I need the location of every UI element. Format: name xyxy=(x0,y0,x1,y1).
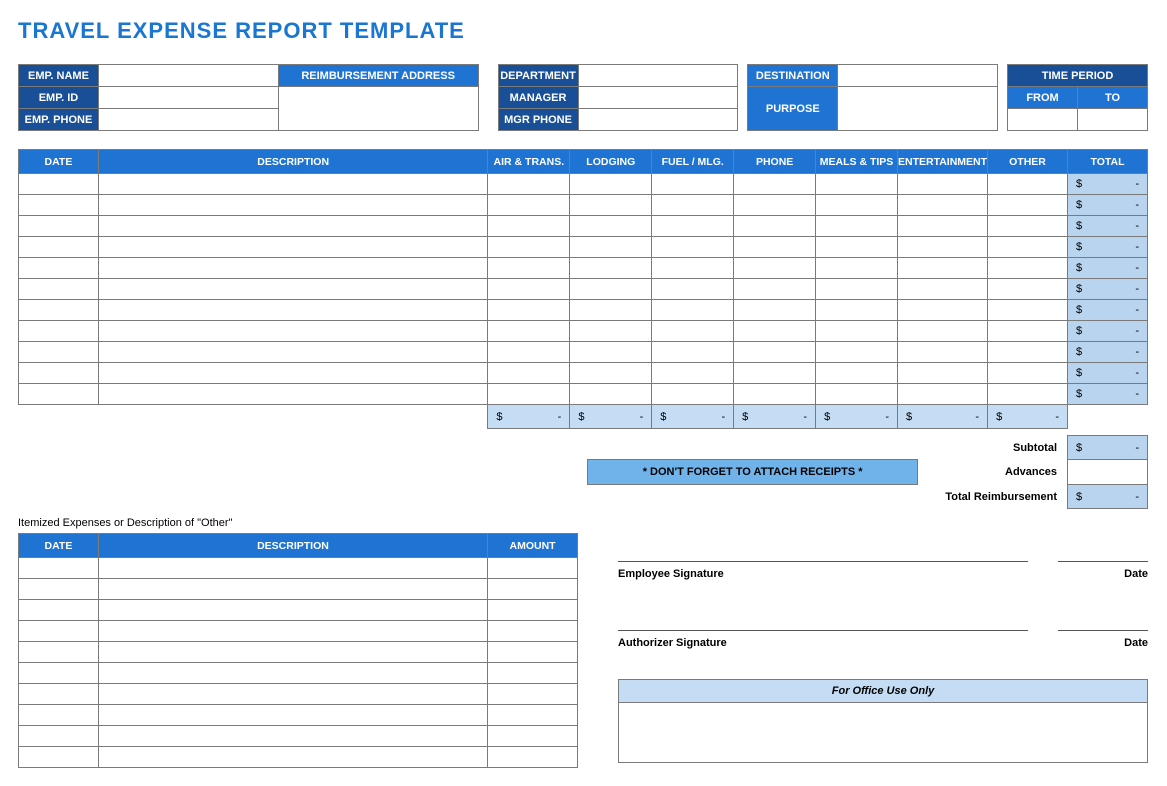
label-mgr-phone: MGR PHONE xyxy=(498,109,578,131)
field-from[interactable] xyxy=(1008,109,1078,131)
label-manager: MANAGER xyxy=(498,87,578,109)
page-title: TRAVEL EXPENSE REPORT TEMPLATE xyxy=(18,18,1149,44)
expense-row[interactable]: $- xyxy=(19,174,1148,195)
authorizer-signature[interactable]: Authorizer Signature xyxy=(618,630,1028,649)
employee-signature-date[interactable]: Date xyxy=(1058,561,1148,580)
value-advances[interactable] xyxy=(1068,460,1148,485)
label-emp-id: EMP. ID xyxy=(19,87,99,109)
expense-row[interactable]: $- xyxy=(19,384,1148,405)
col-phone: PHONE xyxy=(734,150,816,174)
field-manager[interactable] xyxy=(578,87,738,109)
col-meals: MEALS & TIPS xyxy=(816,150,898,174)
label-emp-name: EMP. NAME xyxy=(19,65,99,87)
item-col-description: DESCRIPTION xyxy=(98,534,487,558)
field-department[interactable] xyxy=(578,65,738,87)
col-description: DESCRIPTION xyxy=(98,150,487,174)
label-from: FROM xyxy=(1008,87,1078,109)
label-purpose: PURPOSE xyxy=(748,87,838,131)
label-total-reimbursement: Total Reimbursement xyxy=(918,485,1068,509)
expense-row[interactable]: $- xyxy=(19,216,1148,237)
col-entertainment: ENTERTAINMENT xyxy=(898,150,988,174)
label-reimb-address: REIMBURSEMENT ADDRESS xyxy=(278,65,478,87)
expense-table: DATE DESCRIPTION AIR & TRANS. LODGING FU… xyxy=(18,149,1148,429)
value-total-reimbursement: $- xyxy=(1068,485,1148,509)
expense-row[interactable]: $- xyxy=(19,300,1148,321)
summary-table: Subtotal $- * DON'T FORGET TO ATTACH REC… xyxy=(18,435,1148,509)
field-reimb-address[interactable] xyxy=(278,87,478,131)
header-info-table: EMP. NAME REIMBURSEMENT ADDRESS DEPARTME… xyxy=(18,64,1148,131)
field-purpose[interactable] xyxy=(838,87,998,131)
label-subtotal: Subtotal xyxy=(918,436,1068,460)
itemized-label: Itemized Expenses or Description of "Oth… xyxy=(18,517,578,529)
col-air: AIR & TRANS. xyxy=(488,150,570,174)
office-use-body[interactable] xyxy=(618,703,1148,763)
label-to: TO xyxy=(1078,87,1148,109)
expense-row[interactable]: $- xyxy=(19,279,1148,300)
itemized-row[interactable] xyxy=(19,558,578,579)
itemized-row[interactable] xyxy=(19,600,578,621)
authorizer-signature-date[interactable]: Date xyxy=(1058,630,1148,649)
label-time-period: TIME PERIOD xyxy=(1008,65,1148,87)
receipts-note: * DON'T FORGET TO ATTACH RECEIPTS * xyxy=(588,460,918,485)
expense-row[interactable]: $- xyxy=(19,321,1148,342)
col-other: OTHER xyxy=(988,150,1068,174)
field-to[interactable] xyxy=(1078,109,1148,131)
col-date: DATE xyxy=(19,150,99,174)
itemized-row[interactable] xyxy=(19,684,578,705)
itemized-row[interactable] xyxy=(19,726,578,747)
office-use-header: For Office Use Only xyxy=(618,679,1148,703)
label-advances: Advances xyxy=(918,460,1068,485)
col-total: TOTAL xyxy=(1067,150,1147,174)
itemized-row[interactable] xyxy=(19,747,578,768)
expense-row[interactable]: $- xyxy=(19,342,1148,363)
itemized-row[interactable] xyxy=(19,642,578,663)
item-col-date: DATE xyxy=(19,534,99,558)
field-mgr-phone[interactable] xyxy=(578,109,738,131)
itemized-row[interactable] xyxy=(19,621,578,642)
expense-row[interactable]: $- xyxy=(19,258,1148,279)
itemized-row[interactable] xyxy=(19,705,578,726)
value-subtotal: $- xyxy=(1068,436,1148,460)
label-destination: DESTINATION xyxy=(748,65,838,87)
field-emp-name[interactable] xyxy=(98,65,278,87)
itemized-table: DATE DESCRIPTION AMOUNT xyxy=(18,533,578,768)
employee-signature[interactable]: Employee Signature xyxy=(618,561,1028,580)
expense-row[interactable]: $- xyxy=(19,363,1148,384)
label-department: DEPARTMENT xyxy=(498,65,578,87)
field-destination[interactable] xyxy=(838,65,998,87)
itemized-row[interactable] xyxy=(19,663,578,684)
column-subtotals-row: $- $- $- $- $- $- $- xyxy=(19,405,1148,429)
field-emp-phone[interactable] xyxy=(98,109,278,131)
label-emp-phone: EMP. PHONE xyxy=(19,109,99,131)
col-lodging: LODGING xyxy=(570,150,652,174)
expense-row[interactable]: $- xyxy=(19,195,1148,216)
col-fuel: FUEL / MLG. xyxy=(652,150,734,174)
field-emp-id[interactable] xyxy=(98,87,278,109)
expense-row[interactable]: $- xyxy=(19,237,1148,258)
itemized-row[interactable] xyxy=(19,579,578,600)
item-col-amount: AMOUNT xyxy=(488,534,578,558)
